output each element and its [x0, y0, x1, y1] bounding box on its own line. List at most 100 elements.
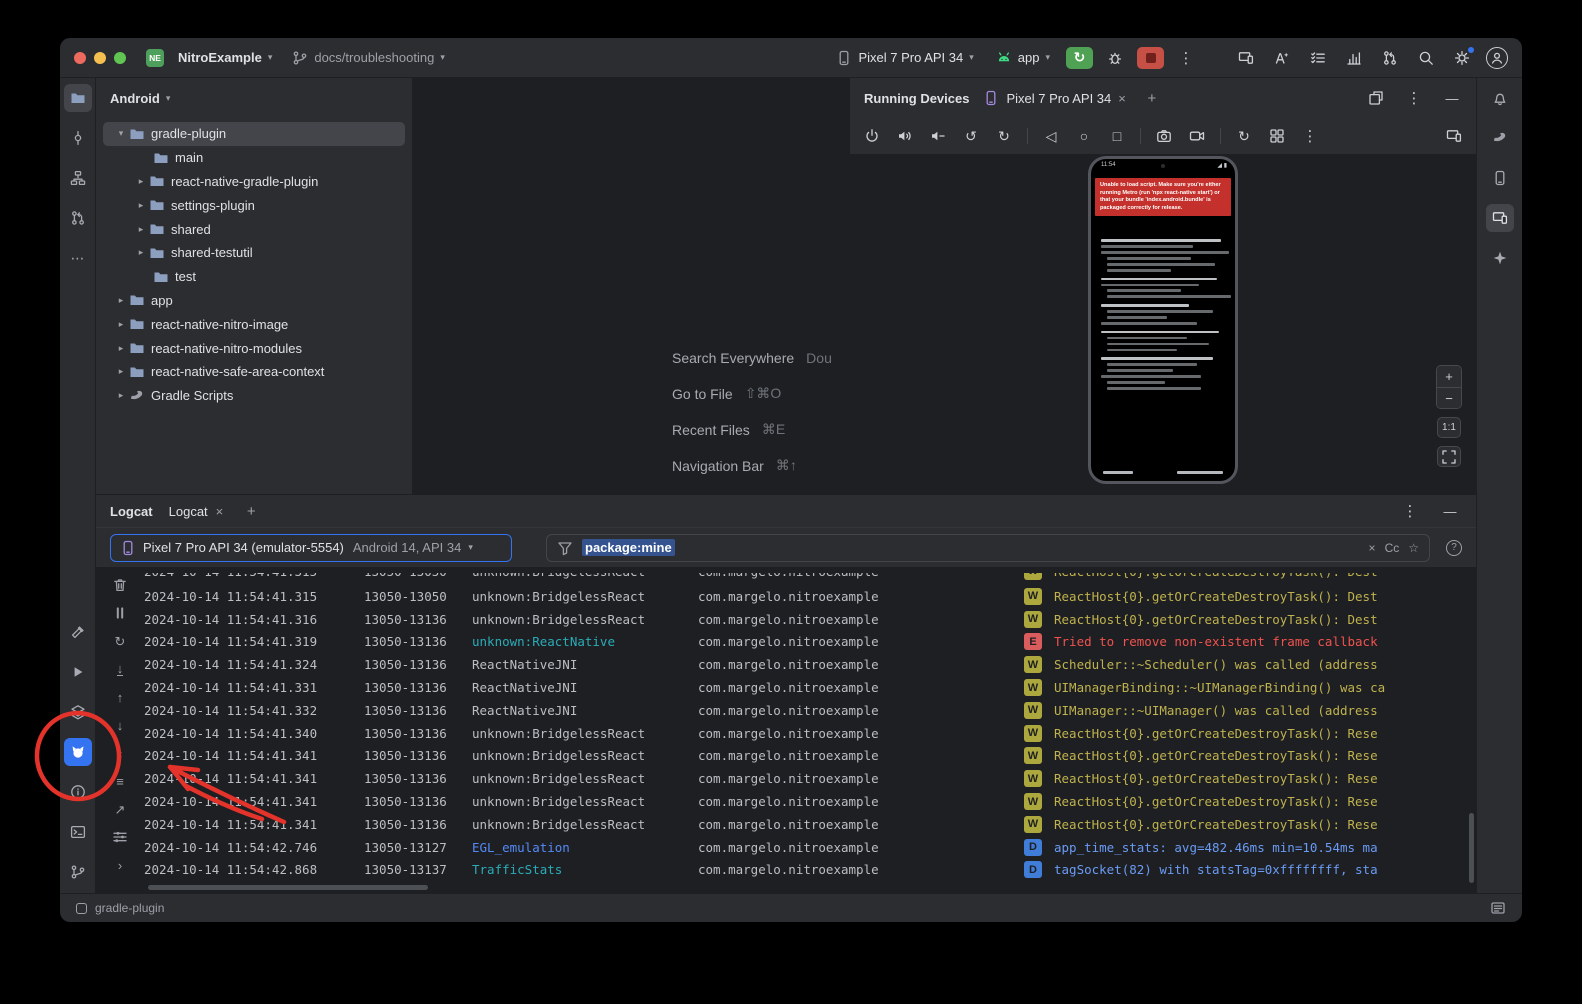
rerun-button[interactable]: ↻ [1066, 47, 1093, 69]
display-mode-icon[interactable] [1444, 126, 1464, 146]
project-tool-button[interactable] [64, 84, 92, 112]
branch-selector[interactable]: docs/troubleshooting ▾ [286, 47, 451, 69]
logcat-filter-field[interactable]: package:mine × Cc ☆ [546, 534, 1430, 562]
commit-tool-button[interactable] [64, 124, 92, 152]
chevron-right-icon[interactable]: ▸ [113, 367, 129, 376]
run-tool-button[interactable] [64, 658, 92, 686]
logcat-row[interactable]: 2024-10-14 11:54:42.86813050-13137Traffi… [144, 859, 1476, 882]
rotate-left-icon[interactable]: ↺ [961, 126, 981, 146]
match-case-toggle[interactable]: Cc [1385, 541, 1400, 555]
logcat-row[interactable]: 2024-10-14 11:54:41.34113050-13136unknow… [144, 813, 1476, 836]
device-mirroring-button[interactable] [1234, 46, 1258, 70]
chevron-right-icon[interactable]: ▸ [113, 320, 129, 329]
screen-record-icon[interactable] [1187, 126, 1207, 146]
minimize-window-button[interactable] [94, 52, 106, 64]
tree-item-react-native-nitro-image[interactable]: ▸react-native-nitro-image [103, 312, 405, 336]
todo-list-button[interactable] [1306, 46, 1330, 70]
gradle-tool-button[interactable] [1486, 124, 1514, 152]
zoom-fit-button[interactable] [1437, 446, 1461, 467]
logcat-row[interactable]: 2024-10-14 11:54:41.32413050-13136ReactN… [144, 653, 1476, 676]
panel-options-button[interactable]: ⋮ [1398, 499, 1422, 523]
pull-requests-button[interactable] [1378, 46, 1402, 70]
chevron-right-icon[interactable]: ▸ [113, 296, 129, 305]
pull-requests-tool-button[interactable] [64, 204, 92, 232]
run-config-selector[interactable]: app ▾ [990, 47, 1056, 69]
logcat-row[interactable]: 2024-10-14 11:54:42.74613050-13127EGL_em… [144, 836, 1476, 859]
overview-icon[interactable]: □ [1107, 126, 1127, 146]
screenshot-icon[interactable] [1154, 126, 1174, 146]
logcat-row[interactable]: 2024-10-14 11:54:41.31613050-13136unknow… [144, 608, 1476, 631]
project-view-selector[interactable]: Android ▾ [104, 88, 176, 109]
logcat-row[interactable]: 2024-10-14 11:54:41.31913050-13136unknow… [144, 631, 1476, 654]
zoom-window-button[interactable] [114, 52, 126, 64]
zoom-in-button[interactable]: + [1437, 366, 1461, 387]
notifications-button[interactable] [1486, 84, 1514, 112]
logcat-row[interactable]: 2024-10-14 11:54:41.34113050-13136unknow… [144, 767, 1476, 790]
export-logs-icon[interactable]: ↗ [112, 801, 128, 817]
profiler-button[interactable] [1342, 46, 1366, 70]
version-control-tool-button[interactable] [64, 858, 92, 886]
rotate-right-icon[interactable]: ↻ [994, 126, 1014, 146]
more-tool-windows-button[interactable]: ⋯ [64, 244, 92, 272]
clear-filter-icon[interactable]: × [1369, 541, 1376, 555]
home-icon[interactable]: ○ [1074, 126, 1094, 146]
scroll-to-end-icon[interactable]: ↓ [112, 661, 128, 677]
help-icon[interactable]: ? [1446, 540, 1462, 556]
chevron-right-icon[interactable]: ▸ [133, 201, 149, 210]
horizontal-scrollbar[interactable] [148, 885, 428, 890]
tree-item-test[interactable]: test [103, 265, 405, 289]
power-icon[interactable] [862, 126, 882, 146]
panel-options-button[interactable]: ⋮ [1402, 86, 1426, 110]
logcat-tool-button[interactable] [64, 738, 92, 766]
restart-logcat-icon[interactable]: ↻ [112, 633, 128, 649]
logcat-row[interactable]: 2024-10-14 11:54:41.34113050-13136unknow… [144, 745, 1476, 768]
user-avatar[interactable] [1486, 47, 1508, 69]
reader-mode-icon[interactable] [1490, 900, 1506, 916]
hide-panel-button[interactable]: — [1440, 86, 1464, 110]
ai-assistant-button[interactable] [1270, 46, 1294, 70]
back-icon[interactable]: ◁ [1041, 126, 1061, 146]
next-occurrence-icon[interactable]: ↓ [112, 717, 128, 733]
favorite-filter-icon[interactable]: ☆ [1408, 541, 1419, 555]
logcat-row[interactable]: 2024-10-14 11:54:41.34113050-13136unknow… [144, 790, 1476, 813]
expand-collapse-icon[interactable]: ↕ [112, 745, 128, 761]
soft-wrap-icon[interactable]: ≡ [112, 773, 128, 789]
close-tab-icon[interactable]: × [216, 504, 224, 519]
logcat-row[interactable]: 2024-10-14 11:54:41.31513050-13050unknow… [144, 585, 1476, 608]
tree-item-shared-testutil[interactable]: ▸shared-testutil [103, 241, 405, 265]
tree-item-app[interactable]: ▸app [103, 289, 405, 313]
extended-controls-icon[interactable] [1267, 126, 1287, 146]
build-tool-button[interactable] [64, 618, 92, 646]
close-tab-icon[interactable]: × [1118, 91, 1126, 106]
chevron-right-icon[interactable]: ▸ [113, 344, 129, 353]
chevron-down-icon[interactable]: ▾ [113, 129, 129, 138]
snapshot-icon[interactable]: ↻ [1234, 126, 1254, 146]
chevron-right-icon[interactable]: ▸ [133, 177, 149, 186]
logcat-tab[interactable]: Logcat × [169, 504, 224, 519]
device-manager-button[interactable] [1486, 164, 1514, 192]
tree-item-gradle-plugin[interactable]: ▾gradle-plugin [103, 122, 405, 146]
vertical-scrollbar[interactable] [1469, 813, 1474, 883]
tree-item-react-native-nitro-modules[interactable]: ▸react-native-nitro-modules [103, 336, 405, 360]
logcat-device-selector[interactable]: Pixel 7 Pro API 34 (emulator-5554) Andro… [110, 534, 512, 562]
pause-logcat-icon[interactable] [112, 605, 128, 621]
logcat-row[interactable]: 2024-10-14 11:54:41.33113050-13136ReactN… [144, 676, 1476, 699]
previous-occurrence-icon[interactable]: ↑ [112, 689, 128, 705]
profiler-tool-button[interactable] [64, 698, 92, 726]
logcat-settings-icon[interactable] [112, 829, 128, 845]
close-window-button[interactable] [74, 52, 86, 64]
filter-query[interactable]: package:mine [582, 539, 675, 556]
device-selector[interactable]: Pixel 7 Pro API 34 ▾ [830, 47, 979, 69]
terminal-tool-button[interactable] [64, 818, 92, 846]
volume-down-icon[interactable] [928, 126, 948, 146]
status-module[interactable]: gradle-plugin [95, 901, 164, 915]
emulator-screen[interactable]: 11:54 ◢ ▮ Unable to load script. Make su… [1088, 156, 1238, 484]
device-tab[interactable]: Pixel 7 Pro API 34 × [983, 90, 1125, 106]
volume-up-icon[interactable] [895, 126, 915, 146]
zoom-reset-button[interactable]: 1:1 [1437, 417, 1461, 438]
editor-area[interactable]: Search EverywhereDouGo to File⇧⌘ORecent … [413, 78, 850, 494]
more-run-actions-button[interactable]: ⋮ [1174, 46, 1198, 70]
hide-panel-button[interactable]: — [1438, 499, 1462, 523]
settings-button[interactable] [1450, 46, 1474, 70]
assistant-button[interactable] [1486, 244, 1514, 272]
